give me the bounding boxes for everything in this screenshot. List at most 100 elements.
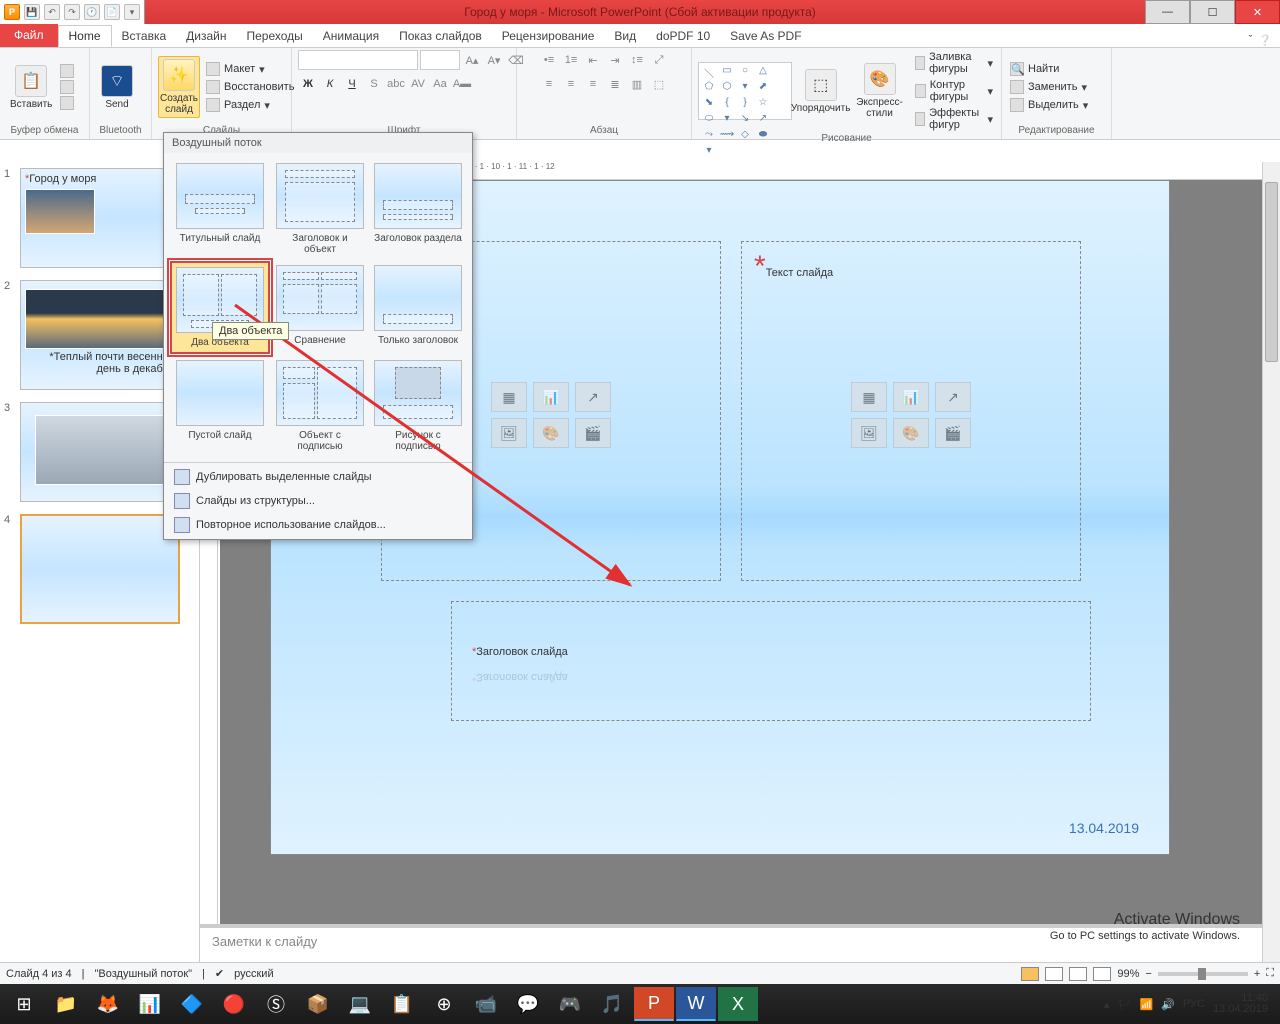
task-app9[interactable]: 💻 [340, 987, 380, 1021]
shape-effects-button[interactable]: Эффекты фигур ▾ [913, 106, 995, 132]
zoom-slider[interactable] [1158, 972, 1248, 976]
smartart-icon[interactable]: ⬚ [649, 74, 669, 94]
task-vbox[interactable]: 📦 [298, 987, 338, 1021]
task-app12[interactable]: 📹 [466, 987, 506, 1021]
font-color-icon[interactable]: A▬ [452, 74, 472, 94]
shadow-icon[interactable]: S [364, 74, 384, 94]
insert-table-icon[interactable]: ▦ [491, 382, 527, 412]
bluetooth-send-button[interactable]: ⌔ Send [96, 63, 138, 112]
tab-review[interactable]: Рецензирование [492, 25, 605, 47]
quick-styles-button[interactable]: 🎨 Экспресс-стили [850, 61, 910, 121]
insert-chart-icon[interactable]: 📊 [893, 382, 929, 412]
task-skype[interactable]: Ⓢ [256, 987, 296, 1021]
tray-volume-icon[interactable]: 🔊 [1161, 998, 1175, 1011]
insert-media-icon[interactable]: 🎬 [575, 418, 611, 448]
new-slide-button[interactable]: ✨ Создать слайд [158, 56, 200, 118]
redo-icon[interactable]: ↷ [64, 4, 80, 20]
reuse-slides-item[interactable]: Повторное использование слайдов... [164, 513, 472, 537]
history-icon[interactable]: 🕐 [84, 4, 100, 20]
tab-animation[interactable]: Анимация [313, 25, 389, 47]
tray-flag-icon[interactable]: 🏳 [1118, 998, 1132, 1011]
layout-button[interactable]: Макет ▾ [204, 61, 296, 77]
insert-picture-icon[interactable]: 🖼 [851, 418, 887, 448]
status-zoom[interactable]: 99% [1117, 968, 1139, 980]
tab-home[interactable]: Home [58, 25, 112, 47]
shape-outline-button[interactable]: Контур фигуры ▾ [913, 78, 995, 104]
close-button[interactable]: ✕ [1235, 0, 1280, 24]
task-explorer[interactable]: 📁 [46, 987, 86, 1021]
align-left-icon[interactable]: ≡ [539, 74, 559, 94]
task-opera[interactable]: 🔴 [214, 987, 254, 1021]
insert-clipart-icon[interactable]: 🎨 [893, 418, 929, 448]
slides-from-outline-item[interactable]: Слайды из структуры... [164, 489, 472, 513]
task-teamviewer[interactable]: ⊕ [424, 987, 464, 1021]
textdir-icon[interactable]: ⤢ [649, 50, 669, 70]
align-right-icon[interactable]: ≡ [583, 74, 603, 94]
tab-dopdf[interactable]: doPDF 10 [646, 25, 720, 47]
shrink-font-icon[interactable]: A▾ [484, 50, 504, 70]
cut-icon[interactable] [60, 64, 74, 78]
font-family-dropdown[interactable] [298, 50, 418, 70]
normal-view-button[interactable] [1021, 967, 1039, 981]
task-app5[interactable]: 🔷 [172, 987, 212, 1021]
replace-button[interactable]: Заменить ▾ [1008, 79, 1090, 95]
task-app4[interactable]: 📊 [130, 987, 170, 1021]
shapes-gallery[interactable]: ＼▭○△⬠⬡▾ ⬈⬊{}☆⬭▾ ↘↗⤳⟿◇⬬▾ [698, 62, 792, 120]
task-word[interactable]: W [676, 987, 716, 1021]
file-tab[interactable]: Файл [0, 23, 58, 47]
task-app15[interactable]: 🎵 [592, 987, 632, 1021]
tab-view[interactable]: Вид [604, 25, 646, 47]
layout-title-content[interactable]: Заголовок и объект [272, 159, 368, 259]
app-icon[interactable]: P [4, 4, 20, 20]
insert-media-icon[interactable]: 🎬 [935, 418, 971, 448]
status-language[interactable]: русский [234, 968, 273, 980]
slideshow-view-button[interactable] [1093, 967, 1111, 981]
format-painter-icon[interactable] [60, 96, 74, 110]
content-placeholder-right[interactable]: *Текст слайда ▦ 📊 ↗ 🖼 🎨 🎬 [741, 241, 1081, 581]
zoom-out-button[interactable]: − [1145, 968, 1151, 980]
spacing-icon[interactable]: AV [408, 74, 428, 94]
task-app10[interactable]: 📋 [382, 987, 422, 1021]
minimize-button[interactable]: — [1145, 0, 1190, 24]
copy-icon[interactable] [60, 80, 74, 94]
task-app14[interactable]: 🎮 [550, 987, 590, 1021]
doc-icon[interactable]: 📄 [104, 4, 120, 20]
layout-content-caption[interactable]: Объект с подписью [272, 356, 368, 456]
grow-font-icon[interactable]: A▴ [462, 50, 482, 70]
italic-icon[interactable]: К [320, 74, 340, 94]
qat-dropdown-icon[interactable]: ▾ [124, 4, 140, 20]
tab-slideshow[interactable]: Показ слайдов [389, 25, 492, 47]
reset-button[interactable]: Восстановить [204, 79, 296, 95]
insert-picture-icon[interactable]: 🖼 [491, 418, 527, 448]
align-center-icon[interactable]: ≡ [561, 74, 581, 94]
undo-icon[interactable]: ↶ [44, 4, 60, 20]
section-button[interactable]: Раздел ▾ [204, 97, 296, 113]
font-size-dropdown[interactable] [420, 50, 460, 70]
tray-language[interactable]: РУС [1183, 998, 1205, 1010]
task-excel[interactable]: X [718, 987, 758, 1021]
layout-picture-caption[interactable]: Рисунок с подписью [370, 356, 466, 456]
tray-network-icon[interactable]: 📶 [1140, 998, 1154, 1011]
bold-icon[interactable]: Ж [298, 74, 318, 94]
layout-comparison[interactable]: Сравнение [272, 261, 368, 354]
select-button[interactable]: Выделить ▾ [1008, 97, 1090, 113]
layout-title-only[interactable]: Только заголовок [370, 261, 466, 354]
duplicate-slides-item[interactable]: Дублировать выделенные слайды [164, 465, 472, 489]
strike-icon[interactable]: abc [386, 74, 406, 94]
bullets-icon[interactable]: •≡ [539, 50, 559, 70]
tab-design[interactable]: Дизайн [176, 25, 236, 47]
zoom-in-button[interactable]: + [1254, 968, 1260, 980]
insert-table-icon[interactable]: ▦ [851, 382, 887, 412]
arrange-button[interactable]: ⬚ Упорядочить [796, 67, 846, 116]
shape-fill-button[interactable]: Заливка фигуры ▾ [913, 50, 995, 76]
layout-blank[interactable]: Пустой слайд [170, 356, 270, 456]
ribbon-minimize-icon[interactable]: ˇ [1249, 34, 1253, 47]
insert-smartart-icon[interactable]: ↗ [935, 382, 971, 412]
spellcheck-icon[interactable]: ✔ [215, 967, 224, 980]
reading-view-button[interactable] [1069, 967, 1087, 981]
underline-icon[interactable]: Ч [342, 74, 362, 94]
start-button[interactable]: ⊞ [4, 987, 44, 1021]
insert-chart-icon[interactable]: 📊 [533, 382, 569, 412]
find-button[interactable]: 🔍Найти [1008, 61, 1090, 77]
tray-chevron-icon[interactable]: ▴ [1104, 998, 1110, 1011]
